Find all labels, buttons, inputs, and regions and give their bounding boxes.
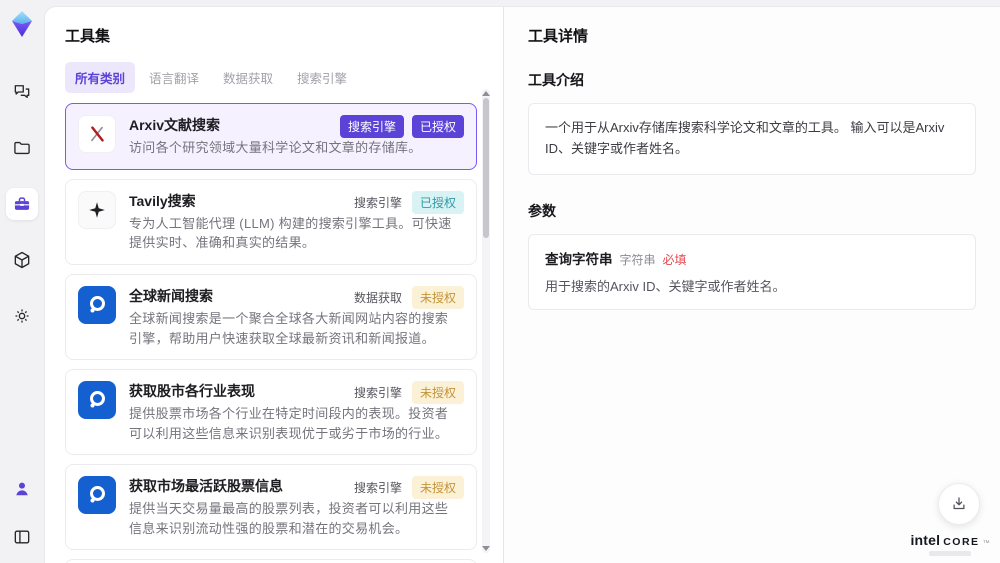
brand-underline [929, 551, 971, 556]
folder-icon[interactable] [6, 132, 38, 164]
scroll-up-arrow-icon[interactable] [482, 91, 490, 96]
download-icon [953, 497, 965, 510]
auth-status-badge: 未授权 [411, 381, 464, 405]
tab-all-categories[interactable]: 所有类别 [65, 62, 136, 93]
auth-status-badge: 已授权 [411, 115, 464, 138]
category-badge: 搜索引擎 [353, 386, 402, 401]
param-description: 用于搜索的Arxiv ID、关键字或作者姓名。 [545, 278, 786, 294]
tool-description: 全球新闻搜索是一个聚合全球各大新闻网站内容的搜索引擎，帮助用户快速获取全球最新资… [129, 311, 449, 346]
main-content: 工具集 所有类别 语言翻译 数据获取 搜索引擎 Arxiv文献搜索 访问各个研究… [44, 6, 1000, 563]
brand-core: CORE [943, 536, 980, 548]
left-rail [0, 0, 44, 563]
category-badge: 数据获取 [353, 290, 402, 305]
tool-list: Arxiv文献搜索 访问各个研究领域大量科学论文和文章的存储库。 搜索引擎 已授… [65, 103, 477, 563]
category-badge: 搜索引擎 [353, 481, 402, 496]
rail-bottom [6, 473, 38, 553]
arxiv-logo-icon [78, 115, 116, 153]
chat-icon[interactable] [6, 76, 38, 108]
tab-data-acquisition[interactable]: 数据获取 [213, 62, 283, 93]
tool-description: 专为人工智能代理 (LLM) 构建的搜索引擎工具。可快速提供实时、准确和真实的结… [129, 215, 452, 251]
intro-heading: 工具介绍 [528, 72, 584, 88]
package-icon[interactable] [6, 244, 38, 276]
brand-trademark: ™ [982, 540, 990, 547]
tool-description: 提供当天交易量最高的股票列表，投资者可以利用这些信息来识别流动性强的股票和潜在的… [129, 501, 449, 536]
toolbox-icon[interactable] [6, 188, 38, 220]
tool-detail-panel: 工具详情 工具介绍 一个用于从Arxiv存储库搜索科学论文和文章的工具。 输入可… [503, 7, 1000, 563]
tool-list-panel: 工具集 所有类别 语言翻译 数据获取 搜索引擎 Arxiv文献搜索 访问各个研究… [45, 7, 503, 563]
blue-search-logo-icon [78, 476, 116, 515]
tool-card-global-news[interactable]: 全球新闻搜索 全球新闻搜索是一个聚合全球各大新闻网站内容的搜索引擎，帮助用户快速… [65, 273, 477, 361]
tool-card-active-stocks[interactable]: 获取市场最活跃股票信息 提供当天交易量最高的股票列表，投资者可以利用这些信息来识… [65, 464, 477, 551]
tavily-star-icon [78, 190, 116, 229]
tool-description: 访问各个研究领域大量科学论文和文章的存储库。 [129, 140, 422, 156]
tool-card-tavily[interactable]: Tavily搜索 专为人工智能代理 (LLM) 构建的搜索引擎工具。可快速提供实… [65, 178, 477, 265]
param-required-flag: 必填 [662, 252, 687, 267]
blue-search-logo-icon [78, 285, 116, 324]
list-scrollbar[interactable] [482, 89, 490, 553]
param-type: 字符串 [619, 252, 656, 267]
rail-nav [6, 76, 38, 332]
tab-search-engine[interactable]: 搜索引擎 [287, 62, 357, 93]
category-tabs: 所有类别 语言翻译 数据获取 搜索引擎 [65, 62, 477, 93]
panel-toggle-icon[interactable] [6, 521, 38, 553]
category-badge: 搜索引擎 [353, 195, 402, 210]
parameter-card: 查询字符串 字符串 必填 用于搜索的Arxiv ID、关键字或作者姓名。 [528, 233, 976, 311]
tool-card-arxiv[interactable]: Arxiv文献搜索 访问各个研究领域大量科学论文和文章的存储库。 搜索引擎 已授… [65, 103, 477, 170]
auth-status-badge: 未授权 [411, 285, 464, 309]
tool-intro-text: 一个用于从Arxiv存储库搜索科学论文和文章的工具。 输入可以是Arxiv ID… [528, 103, 976, 175]
intel-core-logo: intel CORE ™ [910, 532, 990, 556]
param-name: 查询字符串 [545, 251, 613, 267]
blue-search-logo-icon [78, 381, 116, 420]
tool-card-regional-news[interactable]: 万维地区新闻查询 查询具体行政区划内的新闻，快速了解各地新闻动 搜索引擎 未授权 [65, 559, 477, 563]
tool-description: 提供股票市场各个行业在特定时间段内的表现。投资者可以利用这些信息来识别表现优于或… [129, 406, 449, 441]
scroll-down-arrow-icon[interactable] [482, 546, 490, 551]
settings-gear-icon[interactable] [6, 300, 38, 332]
brand-intel: intel [910, 532, 941, 548]
category-badge: 搜索引擎 [339, 115, 404, 138]
app-logo-icon[interactable] [8, 10, 36, 38]
user-avatar-icon[interactable] [6, 473, 38, 505]
auth-status-badge: 已授权 [411, 190, 464, 214]
detail-title: 工具详情 [528, 28, 589, 45]
tab-language-translation[interactable]: 语言翻译 [139, 62, 209, 93]
download-button[interactable] [938, 483, 980, 525]
app-window: 工具集 所有类别 语言翻译 数据获取 搜索引擎 Arxiv文献搜索 访问各个研究… [0, 0, 1000, 563]
params-heading: 参数 [528, 202, 556, 219]
auth-status-badge: 未授权 [411, 476, 464, 500]
page-title: 工具集 [65, 28, 111, 45]
scrollbar-thumb[interactable] [483, 98, 489, 238]
tool-card-stock-sector[interactable]: 获取股市各行业表现 提供股票市场各个行业在特定时间段内的表现。投资者可以利用这些… [65, 369, 477, 456]
